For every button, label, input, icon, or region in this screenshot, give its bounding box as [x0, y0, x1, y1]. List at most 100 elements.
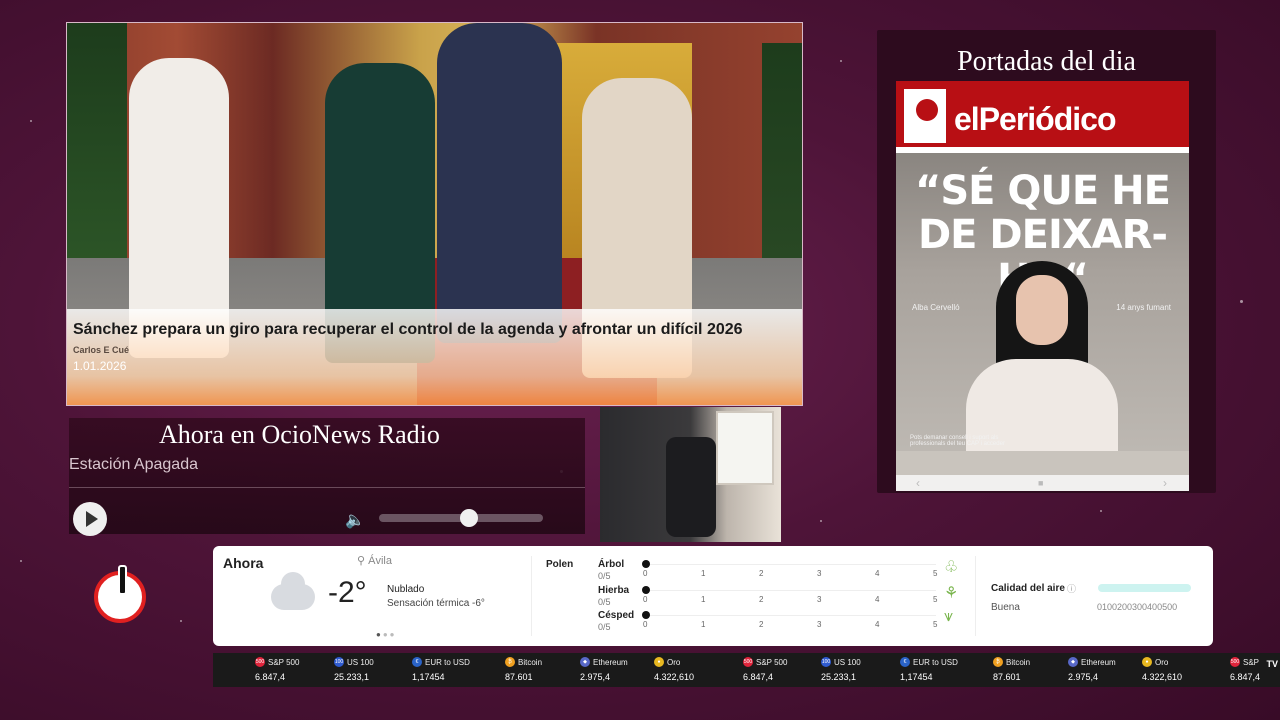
ticker-value: 2.975,4 — [1068, 672, 1099, 682]
weather-condition: Nublado — [387, 584, 425, 595]
ticker-symbol-icon: 100 — [821, 657, 831, 667]
cloud-icon — [271, 572, 315, 610]
radio-title: Ahora en OcioNews Radio — [159, 420, 440, 449]
news-photo-plant — [762, 43, 802, 293]
polen-name: Césped — [598, 610, 635, 621]
ticker-item[interactable]: 500 S&P 500 6.847,4 — [743, 657, 787, 682]
portadas-title: Portadas del dia — [957, 46, 1136, 77]
newspaper-cover[interactable]: elPeriódico “SÉ QUE HE DE DEIXAR-HO“ Alb… — [896, 81, 1189, 491]
ticker-item[interactable]: ₿ Bitcoin 87.601 — [505, 657, 542, 682]
cover-navbar: ‹ ■ › — [896, 475, 1189, 491]
ticker-symbol-icon: ◆ — [1068, 657, 1078, 667]
news-caption: Sánchez prepara un giro para recuperar e… — [67, 309, 802, 405]
ticker-symbol-icon: 500 — [1230, 657, 1240, 667]
polen-label: Polen — [546, 559, 574, 570]
cover-caption-left: Alba Cervelló — [912, 303, 960, 312]
ticker-value: 87.601 — [505, 672, 533, 682]
ticker-name: S&P 500 — [268, 657, 300, 667]
volume-slider-handle[interactable] — [460, 509, 479, 527]
weather-location[interactable]: ⚲ Ávila — [357, 554, 392, 567]
ticker-value: 1,17454 — [900, 672, 933, 682]
grass-icon: ⩛ — [944, 608, 954, 625]
ticker-symbol-icon: ◆ — [580, 657, 590, 667]
ticker-name: Ethereum — [1081, 657, 1116, 667]
ticker-name: US 100 — [347, 657, 374, 667]
ticker-item[interactable]: ◆ Ethereum 2.975,4 — [1068, 657, 1116, 682]
tree-icon: ♧ — [944, 559, 959, 576]
ticker-symbol-icon: € — [900, 657, 910, 667]
air-quality-bar — [1098, 584, 1191, 592]
volume-icon[interactable]: 🔈 — [345, 510, 365, 530]
tradingview-logo[interactable]: TV — [1266, 659, 1278, 669]
cover-body: “SÉ QUE HE DE DEIXAR-HO“ Alba Cervelló 1… — [896, 153, 1189, 451]
polen-score: 0/5 — [598, 622, 611, 632]
play-button[interactable] — [73, 502, 107, 536]
weather-feels-like: Sensación térmica -6° — [387, 598, 485, 609]
cover-logo: elPeriódico — [954, 101, 1116, 137]
ticker-name: EUR to USD — [425, 657, 470, 667]
ticker-symbol-icon: € — [412, 657, 422, 667]
news-author: Carlos E Cué — [73, 345, 130, 355]
location-pin-icon: ⚲ — [357, 555, 366, 567]
ticker-value: 6.847,4 — [1230, 672, 1261, 682]
ticker-item[interactable]: 500 S&P 500 6.847,4 — [255, 657, 299, 682]
webcam-window — [716, 411, 774, 485]
ticker-name: S&P 500 — [756, 657, 788, 667]
polen-score: 0/5 — [598, 597, 611, 607]
polen-level-dot — [642, 611, 650, 619]
info-icon[interactable]: ⓘ — [1067, 582, 1076, 595]
news-card[interactable]: Sánchez prepara un giro para recuperar e… — [66, 22, 803, 406]
news-photo-person — [437, 23, 562, 343]
ticker-item[interactable]: 100 US 100 25.233,1 — [334, 657, 374, 682]
page-indicator-icon: ■ — [1038, 478, 1044, 488]
ticker-name: Bitcoin — [1006, 657, 1031, 667]
next-arrow-icon[interactable]: › — [1163, 476, 1167, 490]
cover-footer: Pots demanar consell i suport als profes… — [910, 435, 1005, 447]
radio-player: Ahora en OcioNews Radio Estación Apagada… — [69, 418, 585, 536]
ticker-item[interactable]: ● Oro 4.322,610 — [654, 657, 694, 682]
ticker-symbol-icon: 500 — [255, 657, 265, 667]
cover-quote-line1: “SÉ QUE HE — [915, 168, 1171, 214]
ticker-item[interactable]: ₿ Bitcoin 87.601 — [993, 657, 1030, 682]
ticker-name: Bitcoin — [518, 657, 543, 667]
ticker-symbol-icon: ● — [654, 657, 664, 667]
cover-photo-face — [1016, 275, 1068, 345]
ticker-item[interactable]: 100 US 100 25.233,1 — [821, 657, 861, 682]
ticker-item[interactable]: 500 S&P 6.847,4 — [1230, 657, 1260, 682]
carousel-dots[interactable]: ●●● — [376, 630, 397, 639]
ticker-value: 87.601 — [993, 672, 1021, 682]
prev-arrow-icon[interactable]: ‹ — [916, 476, 920, 490]
cover-masthead: elPeriódico — [896, 81, 1189, 147]
news-date: 1.01.2026 — [73, 359, 127, 373]
ticker-name: Oro — [667, 657, 681, 667]
ticker-name: S&P — [1243, 657, 1260, 667]
portadas-panel: Portadas del dia elPeriódico “SÉ QUE HE … — [877, 30, 1216, 493]
ticker-value: 25.233,1 — [334, 672, 370, 682]
ticker-value: 6.847,4 — [255, 672, 286, 682]
ticker-symbol-icon: ₿ — [505, 657, 515, 667]
ticker-item[interactable]: ● Oro 4.322,610 — [1142, 657, 1182, 682]
ticker-value: 1,17454 — [412, 672, 445, 682]
ticker-item[interactable]: € EUR to USD 1,17454 — [412, 657, 470, 682]
ticker-item[interactable]: ◆ Ethereum 2.975,4 — [580, 657, 628, 682]
ticker-value: 6.847,4 — [743, 672, 774, 682]
air-quality-label: Calidad del aire — [991, 583, 1065, 594]
webcam-view — [600, 407, 781, 542]
ticker-value: 25.233,1 — [821, 672, 857, 682]
news-headline[interactable]: Sánchez prepara un giro para recuperar e… — [73, 317, 796, 343]
ticker-name: EUR to USD — [913, 657, 958, 667]
ticker-item[interactable]: € EUR to USD 1,17454 — [900, 657, 958, 682]
polen-name: Hierba — [598, 585, 630, 596]
ticker-name: Oro — [1155, 657, 1169, 667]
ticker-symbol-icon: 100 — [334, 657, 344, 667]
newspaper-logo-icon — [904, 89, 946, 143]
ticker-name: US 100 — [834, 657, 861, 667]
radio-station: Estación Apagada — [69, 456, 198, 473]
air-quality-scale: 0100200300400500 — [1097, 602, 1178, 612]
weather-location-text: Ávila — [368, 555, 392, 567]
air-quality-status: Buena — [991, 602, 1020, 613]
polen-row: Césped 0/5 01 23 45 ⩛ — [598, 608, 954, 632]
polen-score: 0/5 — [598, 571, 611, 581]
power-button-icon[interactable] — [94, 565, 146, 623]
herb-icon: ⚘ — [944, 585, 959, 602]
